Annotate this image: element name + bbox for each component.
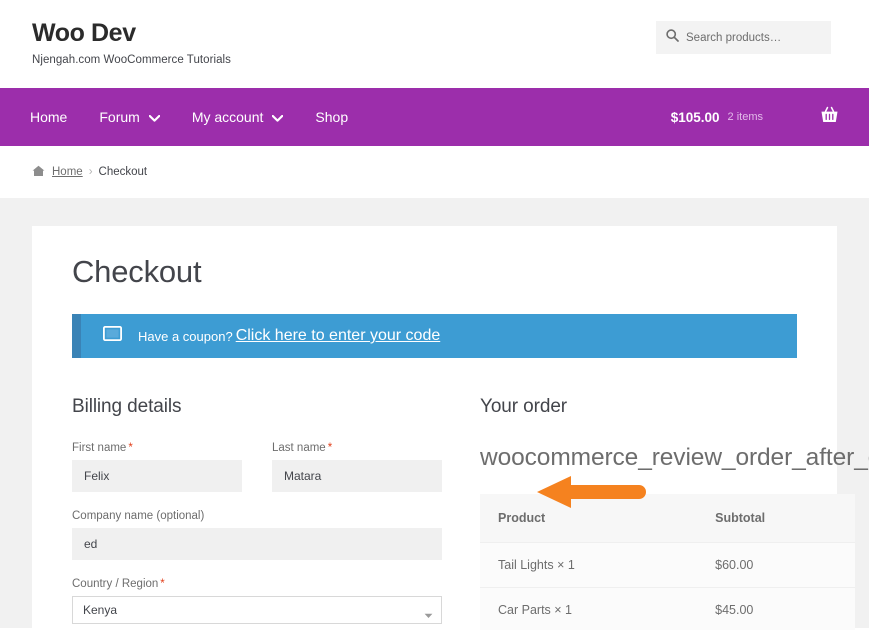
company-name-input[interactable]: [72, 528, 442, 560]
chevron-down-icon: [424, 606, 433, 624]
order-item-name: Car Parts × 1: [480, 587, 694, 630]
nav-item-label: Shop: [315, 109, 349, 125]
order-table-body: Tail Lights × 1 $60.00 Car Parts × 1 $45…: [480, 542, 855, 630]
cart-total-amount: $105.00: [670, 109, 720, 125]
breadcrumb-separator: ›: [88, 166, 93, 178]
field-label-text: Company name (optional): [72, 510, 205, 522]
product-name: Tail Lights: [498, 558, 554, 573]
first-name-input[interactable]: [72, 460, 242, 492]
site-tagline: Njengah.com WooCommerce Tutorials: [32, 53, 231, 66]
site-branding[interactable]: Woo Dev Njengah.com WooCommerce Tutorial…: [32, 19, 231, 66]
nav-item-label: Home: [30, 109, 68, 125]
nav-item-my-account[interactable]: My account: [192, 109, 284, 125]
product-search-box[interactable]: [656, 21, 831, 54]
chevron-down-icon: [148, 109, 161, 125]
nav-item-label: My account: [191, 109, 264, 125]
field-label: Company name (optional): [72, 510, 442, 522]
home-icon: [32, 165, 45, 180]
field-label-text: Country / Region: [72, 578, 159, 590]
coupon-notice[interactable]: Have a coupon? Click here to enter your …: [72, 314, 797, 358]
order-item-subtotal: $45.00: [693, 587, 855, 630]
page-body: Checkout Have a coupon? Click here to en…: [0, 198, 869, 630]
breadcrumb: Home › Checkout: [0, 146, 869, 198]
nav-item-forum[interactable]: Forum: [99, 109, 161, 125]
required-marker: *: [327, 442, 333, 454]
order-table-head: Product Subtotal: [480, 494, 855, 544]
field-last-name: Last name *: [272, 442, 442, 492]
nav-item-home[interactable]: Home: [30, 109, 67, 125]
name-field-row: First name* Last name*: [72, 442, 442, 510]
order-review-table: Product Subtotal Tail Lights × 1 $60.00: [480, 494, 855, 630]
product-name: Car Parts: [498, 603, 551, 618]
your-order-column: Your order woocommerce_review_order_afte…: [442, 396, 869, 630]
coupon-enter-code-link[interactable]: Click here to enter your code: [236, 327, 441, 345]
product-quantity: × 1: [557, 558, 575, 573]
field-label: Country / Region *: [72, 578, 442, 590]
field-company-name: Company name (optional): [72, 510, 442, 560]
field-country-region: Country / Region * Kenya: [72, 578, 442, 624]
billing-details-column: Billing details First name* Last name*: [72, 396, 442, 630]
coupon-tag-icon: [102, 325, 123, 346]
cart-item-count: 2 items: [727, 111, 763, 123]
chevron-down-icon: [272, 109, 284, 125]
breadcrumb-current-checkout: Checkout: [98, 166, 148, 178]
column-header-product: Product: [480, 494, 694, 544]
search-icon: [666, 28, 679, 47]
nav-item-list: Home Forum My account Shop: [0, 109, 380, 125]
breadcrumb-link-home[interactable]: Home: [52, 166, 83, 178]
primary-navigation: Home Forum My account Shop $105.00 2 ite…: [0, 88, 869, 146]
last-name-input[interactable]: [272, 460, 442, 492]
billing-details-heading: Billing details: [72, 396, 182, 417]
your-order-heading: Your order: [480, 396, 568, 417]
cart-summary[interactable]: $105.00 2 items: [671, 88, 839, 146]
field-label-text: Last name: [272, 442, 326, 454]
field-label: Last name *: [272, 442, 442, 454]
order-item-name: Tail Lights × 1: [480, 542, 694, 589]
country-select-value[interactable]: Kenya: [72, 596, 442, 624]
product-quantity: × 1: [554, 603, 573, 618]
nav-item-shop[interactable]: Shop: [315, 109, 348, 125]
search-input[interactable]: [686, 31, 821, 44]
column-header-subtotal: Subtotal: [693, 494, 855, 544]
checkout-content-card: Checkout Have a coupon? Click here to en…: [32, 226, 869, 630]
nav-item-label: Forum: [99, 109, 140, 125]
required-marker: *: [160, 578, 165, 590]
page-title: Checkout: [72, 254, 202, 289]
coupon-notice-text: Have a coupon?: [138, 328, 233, 344]
field-label-text: First name: [72, 442, 127, 454]
required-marker: *: [128, 442, 133, 454]
hook-name-output: woocommerce_review_order_after_order_tot…: [480, 444, 869, 471]
table-row: Car Parts × 1 $45.00: [480, 587, 855, 630]
site-title: Woo Dev: [32, 19, 136, 47]
order-item-subtotal: $60.00: [693, 542, 855, 589]
country-select-wrapper[interactable]: Kenya: [72, 596, 442, 624]
field-label: First name *: [72, 442, 242, 454]
shopping-basket-icon[interactable]: [820, 106, 839, 129]
table-row: Tail Lights × 1 $60.00: [480, 542, 855, 589]
checkout-columns: Billing details First name* Last name*: [72, 396, 869, 630]
field-first-name: First name *: [72, 442, 242, 492]
order-table-header-row: Product Subtotal: [480, 494, 855, 544]
site-header: Woo Dev Njengah.com WooCommerce Tutorial…: [0, 0, 869, 88]
